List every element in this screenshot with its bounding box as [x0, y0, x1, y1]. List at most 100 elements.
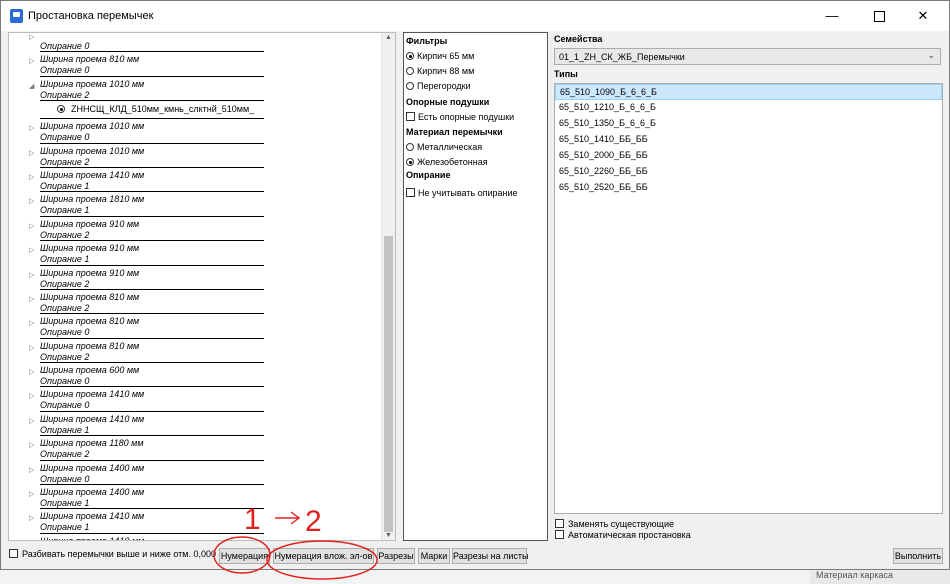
scroll-down-icon[interactable]: ▼ — [385, 532, 392, 539]
numbering-nested-button[interactable]: Нумерация влож. эл-ов — [273, 548, 374, 564]
collapsed-arrow-icon[interactable]: ▷ — [29, 246, 34, 254]
tree-child-item[interactable]: ZHНСЩ_КЛД_510мм_кмнь_слктнй_510мм_ — [9, 102, 381, 120]
replace-existing-checkbox[interactable]: Заменять существующие — [555, 519, 674, 529]
sections-to-sheets-button[interactable]: Разрезы на листы — [452, 548, 529, 564]
opening-width-label: Ширина проема 810 мм — [40, 316, 140, 327]
tree-node[interactable]: ▷ Ширина проема 810 мм Опирание 0 — [9, 315, 381, 339]
type-item[interactable]: 65_510_2000_ББ_ББ — [555, 148, 942, 164]
tree-node[interactable]: ▷ Ширина проема 1410 мм Опирание 1 — [9, 169, 381, 193]
checkbox-icon — [555, 519, 564, 528]
support-label: Опирание 1 — [40, 498, 90, 509]
pads-checkbox[interactable]: Есть опорные подушки — [406, 112, 514, 122]
dialog-window: Простановка перемычек — ✕ ▷ Опирание 0 ▷ Ши… — [0, 0, 950, 570]
collapsed-arrow-icon[interactable]: ▷ — [29, 295, 34, 303]
tree-divider — [40, 435, 264, 437]
collapsed-arrow-icon[interactable]: ▷ — [29, 149, 34, 157]
auto-placement-checkbox[interactable]: Автоматическая простановка — [555, 530, 691, 540]
type-item[interactable]: 65_510_2520_ББ_ББ — [555, 180, 942, 196]
chevron-down-icon: ⌄ — [927, 50, 935, 60]
collapsed-arrow-icon[interactable]: ▷ — [29, 33, 34, 41]
support-label: Опирание 2 — [40, 449, 90, 460]
lintel-tree[interactable]: ▷ Опирание 0 ▷ Ширина проема 810 мм Опирание… — [8, 32, 396, 541]
tree-node[interactable]: ▷ Ширина проема 1410 мм Опирание 1 — [9, 413, 381, 437]
tree-items: ▷ Опирание 0 ▷ Ширина проема 810 мм Опирание… — [9, 33, 381, 541]
collapsed-arrow-icon[interactable]: ▷ — [29, 441, 34, 449]
expanded-arrow-icon[interactable]: ◢ — [29, 82, 34, 90]
marks-button[interactable]: Марки — [418, 548, 450, 564]
radio-metal[interactable]: Металлическая — [406, 142, 482, 152]
sections-button[interactable]: Разрезы — [377, 548, 415, 564]
type-item[interactable]: 65_510_1210_Б_6_6_Б — [555, 100, 942, 116]
tree-scrollbar[interactable]: ▲ ▼ — [381, 33, 395, 540]
radio-icon — [406, 67, 414, 75]
tree-node[interactable]: ▷ Ширина проема 1410 мм Опирание 1 — [9, 510, 381, 534]
type-item[interactable]: 65_510_1350_Б_6_6_Б — [555, 116, 942, 132]
type-item[interactable]: 65_510_1410_ББ_ББ — [555, 132, 942, 148]
split-lintels-checkbox[interactable]: Разбивать перемычки выше и ниже отм. 0,0… — [9, 549, 216, 559]
tree-node[interactable]: ▷ Ширина проема 1410 мм Опирание 0 — [9, 388, 381, 412]
tree-node[interactable]: ▷ Ширина проема 910 мм Опирание 1 — [9, 242, 381, 266]
collapsed-arrow-icon[interactable]: ▷ — [29, 271, 34, 279]
collapsed-arrow-icon[interactable]: ▷ — [29, 124, 34, 132]
scroll-up-icon[interactable]: ▲ — [385, 34, 392, 41]
tree-node[interactable]: ▷ Ширина проема 910 мм Опирание 2 — [9, 267, 381, 291]
collapsed-arrow-icon[interactable]: ▷ — [29, 173, 34, 181]
execute-button[interactable]: Выполнить — [893, 548, 943, 564]
tree-node[interactable]: ▷ Ширина проема 1010 мм Опирание 0 — [9, 120, 381, 144]
radio-brick-65[interactable]: Кирпич 65 мм — [406, 51, 474, 61]
tree-node[interactable]: ▷ Ширина проема 1010 мм Опирание 2 — [9, 145, 381, 169]
minimize-button[interactable]: — — [809, 1, 855, 31]
collapsed-arrow-icon[interactable]: ▷ — [29, 368, 34, 376]
radio-partitions[interactable]: Перегородки — [406, 81, 471, 91]
scrollbar-thumb[interactable] — [384, 236, 393, 532]
numbering-button[interactable]: Нумерация — [219, 548, 270, 564]
tree-node[interactable]: ▷ Ширина проема 810 мм Опирание 0 — [9, 53, 381, 77]
tree-node[interactable]: ▷ Ширина проема 810 мм Опирание 2 — [9, 340, 381, 364]
tree-node[interactable]: ▷ Ширина проема 600 мм Опирание 0 — [9, 364, 381, 388]
support-heading: Опирание — [406, 170, 451, 180]
collapsed-arrow-icon[interactable]: ▷ — [29, 197, 34, 205]
collapsed-arrow-icon[interactable]: ▷ — [29, 466, 34, 474]
collapsed-arrow-icon[interactable]: ▷ — [29, 222, 34, 230]
opening-width-label: Ширина проема 810 мм — [40, 340, 140, 351]
opening-width-label: Ширина проема 1410 мм — [40, 511, 145, 522]
tree-node[interactable]: ◢ Ширина проема 1010 мм Опирание 2 — [9, 78, 381, 102]
tree-node[interactable]: ▷ Ширина проема 1180 мм Опирание 2 — [9, 437, 381, 461]
collapsed-arrow-icon[interactable]: ▷ — [29, 514, 34, 522]
collapsed-arrow-icon[interactable]: ▷ — [29, 344, 34, 352]
collapsed-arrow-icon[interactable]: ▷ — [29, 57, 34, 65]
opening-width-label: Ширина проема 600 мм — [40, 365, 140, 376]
opening-width-label: Ширина проема 1410 мм — [40, 413, 145, 424]
tree-divider — [40, 191, 264, 193]
tree-node[interactable]: ▷ Ширина проема 1400 мм Опирание 0 — [9, 462, 381, 486]
maximize-button[interactable] — [856, 1, 902, 31]
close-button[interactable]: ✕ — [900, 1, 946, 31]
filters-panel: Фильтры Кирпич 65 мм Кирпич 88 мм Перего… — [403, 32, 548, 541]
tree-node[interactable]: ▷ Ширина проема 910 мм Опирание 2 — [9, 218, 381, 242]
tree-node[interactable]: ▷ Ширина проема 1810 мм Опирание 1 — [9, 193, 381, 217]
opening-width-label: Ширина проема 1400 мм — [40, 462, 145, 473]
type-item[interactable]: 65_510_2260_ББ_ББ — [555, 164, 942, 180]
radio-concrete[interactable]: Железобетонная — [406, 157, 488, 167]
title-bar: Простановка перемычек — ✕ — [1, 1, 949, 31]
checkbox-icon — [555, 530, 564, 539]
collapsed-arrow-icon[interactable]: ▷ — [29, 319, 34, 327]
collapsed-arrow-icon[interactable]: ▷ — [29, 417, 34, 425]
tree-node[interactable]: ▷ Ширина проема 810 мм Опирание 2 — [9, 291, 381, 315]
tree-divider — [40, 240, 264, 242]
filters-heading: Фильтры — [406, 36, 448, 46]
tree-node[interactable]: ▷ Опирание 0 — [9, 33, 381, 53]
families-label: Семейства — [554, 34, 603, 44]
tree-node[interactable]: ▷ Ширина проема 1410 мм — [9, 535, 381, 541]
ignore-support-checkbox[interactable]: Не учитывать опирание — [406, 188, 518, 198]
lintel-family-name: ZHНСЩ_КЛД_510мм_кмнь_слктнй_510мм_ — [71, 104, 255, 115]
collapsed-arrow-icon[interactable]: ▷ — [29, 392, 34, 400]
types-list[interactable]: 65_510_1090_Б_6_6_Б 65_510_1210_Б_6_6_Б … — [554, 83, 943, 514]
radio-brick-88[interactable]: Кирпич 88 мм — [406, 66, 474, 76]
families-combobox[interactable]: 01_1_ZH_СК_ЖБ_Перемычки ⌄ — [554, 48, 941, 65]
collapsed-arrow-icon[interactable]: ▷ — [29, 539, 34, 541]
collapsed-arrow-icon[interactable]: ▷ — [29, 490, 34, 498]
type-item[interactable]: 65_510_1090_Б_6_6_Б — [555, 84, 942, 100]
support-label: Опирание 0 — [40, 400, 90, 411]
tree-node[interactable]: ▷ Ширина проема 1400 мм Опирание 1 — [9, 486, 381, 510]
